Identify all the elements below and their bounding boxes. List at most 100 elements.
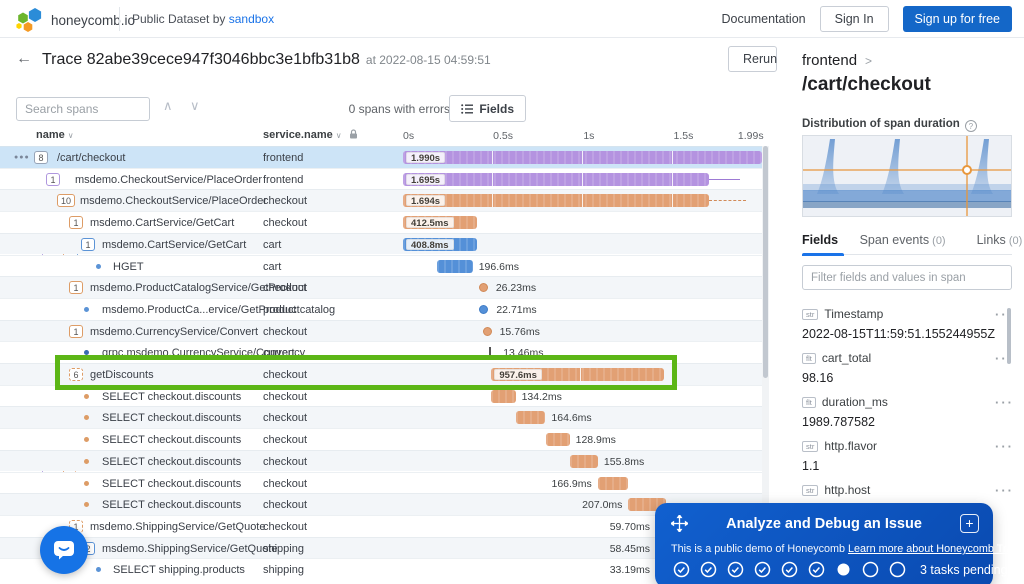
duration-bar[interactable]: 957.6ms <box>491 368 664 381</box>
step-complete-icon[interactable] <box>727 561 744 578</box>
next-match-icon[interactable]: ∨ <box>190 98 200 114</box>
duration-bar[interactable] <box>598 477 628 490</box>
span-name[interactable]: msdemo.ShippingService/GetQuote <box>102 543 277 555</box>
span-row[interactable]: SELECT checkout.discountscheckout207.0ms <box>0 493 762 515</box>
span-name[interactable]: SELECT checkout.discounts <box>102 412 241 424</box>
span-name[interactable]: /cart/checkout <box>57 152 125 164</box>
duration-bar[interactable] <box>437 260 472 273</box>
span-name[interactable]: msdemo.CartService/GetCart <box>90 217 234 229</box>
back-arrow-icon[interactable]: ← <box>16 50 32 68</box>
prev-match-icon[interactable]: ∧ <box>163 98 173 114</box>
span-name[interactable]: SELECT checkout.discounts <box>102 456 241 468</box>
span-row[interactable]: SELECT checkout.discountscheckout166.9ms <box>0 472 762 494</box>
span-name[interactable]: HGET <box>113 261 144 273</box>
span-row[interactable]: ●●●8/cart/checkoutfrontend1.990s <box>0 146 762 168</box>
span-row[interactable]: SELECT checkout.discountscheckout134.2ms <box>0 385 762 407</box>
span-row[interactable]: 2msdemo.ShippingService/GetQuoteshipping… <box>0 537 762 559</box>
span-row[interactable]: SELECT checkout.discountscheckout155.8ms <box>0 450 762 472</box>
child-count-badge[interactable]: 1 <box>69 281 83 294</box>
span-row[interactable]: 1msdemo.CurrencyService/Convertcheckout1… <box>0 320 762 342</box>
child-count-badge[interactable]: 1 <box>81 238 95 251</box>
span-row[interactable]: SELECT checkout.discountscheckout128.9ms <box>0 428 762 450</box>
duration-dot[interactable] <box>479 305 488 314</box>
step-todo-icon[interactable] <box>889 561 906 578</box>
field-menu-icon[interactable]: ··· <box>995 395 1014 410</box>
span-name[interactable]: msdemo.CartService/GetCart <box>102 239 246 251</box>
span-row[interactable]: 1msdemo.ProductCatalogService/GetProduct… <box>0 276 762 298</box>
duration-bar[interactable] <box>570 455 598 468</box>
span-name[interactable]: SELECT checkout.discounts <box>102 499 241 511</box>
step-complete-icon[interactable] <box>673 561 690 578</box>
duration-bar[interactable] <box>491 390 515 403</box>
tab-links[interactable]: Links (0) <box>977 233 1023 247</box>
duration-bar[interactable] <box>546 433 569 446</box>
sidebar-scrollbar-thumb[interactable] <box>1007 308 1011 364</box>
span-row[interactable]: 1msdemo.CheckoutService/PlaceOrderfronte… <box>0 168 762 190</box>
service-breadcrumb[interactable]: frontend> <box>802 52 872 69</box>
child-count-badge[interactable]: 1 <box>69 325 83 338</box>
expand-plus-icon[interactable]: + <box>960 514 979 533</box>
duration-dot[interactable] <box>483 327 492 336</box>
child-count-badge[interactable]: 1 <box>46 173 60 186</box>
sign-in-button[interactable]: Sign In <box>820 6 889 32</box>
step-todo-icon[interactable] <box>862 561 879 578</box>
duration-tick[interactable] <box>489 347 491 359</box>
step-complete-icon[interactable] <box>754 561 771 578</box>
span-name[interactable]: msdemo.CheckoutService/PlaceOrder <box>75 174 262 186</box>
child-count-badge[interactable]: 10 <box>57 194 75 207</box>
span-row[interactable]: grpc.msdemo.CurrencyService/Convertcurre… <box>0 341 762 363</box>
span-name[interactable]: SELECT checkout.discounts <box>102 391 241 403</box>
span-row[interactable]: 1msdemo.CartService/GetCartcheckout412.5… <box>0 211 762 233</box>
documentation-link[interactable]: Documentation <box>722 12 806 26</box>
child-count-badge[interactable]: 6 <box>69 368 83 381</box>
tab-span-events[interactable]: Span events (0) <box>860 233 946 247</box>
span-row[interactable]: 1msdemo.CartService/GetCartcart408.8ms <box>0 233 762 255</box>
span-name[interactable]: getDiscounts <box>90 369 154 381</box>
span-row[interactable]: SELECT shipping.productsshipping33.19ms <box>0 558 762 580</box>
duration-bar[interactable]: 408.8ms <box>403 238 477 251</box>
span-row[interactable]: 10msdemo.CheckoutService/PlaceOrdercheck… <box>0 189 762 211</box>
duration-bar[interactable]: 412.5ms <box>403 216 477 229</box>
field-menu-icon[interactable]: ··· <box>995 439 1014 454</box>
span-name[interactable]: msdemo.ShippingService/GetQuote <box>90 521 265 533</box>
duration-bar[interactable] <box>516 411 546 424</box>
span-name[interactable]: msdemo.CurrencyService/Convert <box>90 326 258 338</box>
span-name[interactable]: SELECT checkout.discounts <box>102 434 241 446</box>
child-count-badge[interactable]: 8 <box>34 151 48 164</box>
span-name[interactable]: SELECT checkout.discounts <box>102 478 241 490</box>
column-service-name[interactable]: service.name∨ <box>263 129 358 141</box>
span-row[interactable]: 1msdemo.ShippingService/GetQuotecheckout… <box>0 515 762 537</box>
step-complete-icon[interactable] <box>700 561 717 578</box>
span-row[interactable]: 6getDiscountscheckout957.6ms <box>0 363 762 385</box>
duration-bar[interactable]: 1.695s <box>403 173 709 186</box>
span-row[interactable]: SELECT checkout.discountscheckout164.6ms <box>0 406 762 428</box>
help-icon[interactable]: ? <box>965 120 977 132</box>
field-menu-icon[interactable]: ··· <box>995 351 1014 366</box>
span-row[interactable]: HGETcart196.6ms <box>0 255 762 277</box>
rerun-button[interactable]: Rerun <box>728 46 777 72</box>
dataset-link[interactable]: sandbox <box>229 12 274 26</box>
honeycomb-logo[interactable]: honeycomb.io <box>14 6 135 34</box>
sign-up-button[interactable]: Sign up for free <box>903 6 1012 32</box>
step-current-icon[interactable] <box>835 561 852 578</box>
row-menu-icon[interactable]: ●●● <box>14 154 30 161</box>
table-scrollbar-thumb[interactable] <box>763 146 768 378</box>
search-spans-input[interactable] <box>16 97 150 121</box>
tab-fields[interactable]: Fields <box>802 233 838 247</box>
step-complete-icon[interactable] <box>781 561 798 578</box>
column-name[interactable]: name∨ <box>36 129 74 141</box>
span-row[interactable]: msdemo.ProductCa...ervice/GetProductprod… <box>0 298 762 320</box>
duration-dot[interactable] <box>479 283 488 292</box>
child-count-badge[interactable]: 1 <box>69 216 83 229</box>
fields-toggle-button[interactable]: Fields <box>449 95 526 122</box>
duration-distribution-chart[interactable] <box>802 135 1012 217</box>
field-menu-icon[interactable]: ··· <box>995 307 1014 322</box>
span-name[interactable]: msdemo.CheckoutService/PlaceOrder <box>80 195 267 207</box>
step-complete-icon[interactable] <box>808 561 825 578</box>
span-name[interactable]: SELECT shipping.products <box>113 564 245 576</box>
duration-bar[interactable]: 1.990s <box>403 151 762 164</box>
field-menu-icon[interactable]: ··· <box>995 483 1014 498</box>
duration-bar[interactable]: 1.694s <box>403 194 709 207</box>
chat-launcher-button[interactable] <box>40 526 88 574</box>
learn-more-link[interactable]: Learn more about Honeycomb Tracing <box>848 543 1024 555</box>
